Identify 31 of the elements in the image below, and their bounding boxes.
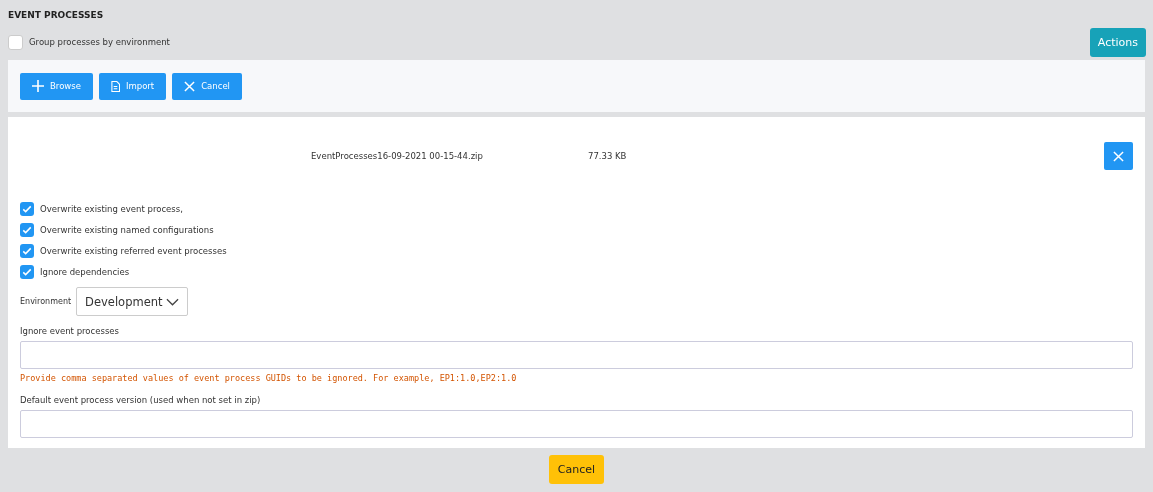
cancel-button[interactable]: Cancel	[549, 455, 604, 484]
hint-text: Provide comma separated values of event process GUIDs to be ignored. For example, EP1:1.0,EP2:1.0	[20, 373, 518, 383]
checkbox[interactable]	[8, 34, 23, 50]
checkbox-label: Overwrite existing event process,	[40, 203, 183, 214]
checkbox[interactable]	[20, 222, 34, 237]
input-field[interactable]	[20, 410, 1133, 438]
checkbox[interactable]	[20, 201, 34, 216]
environment-dropdown[interactable]: Development	[76, 287, 189, 316]
file-icon	[110, 80, 120, 92]
environment-label: Environment	[20, 297, 72, 306]
close-icon	[184, 80, 196, 92]
field-label: Default event process version (used when not set in zip)	[20, 395, 262, 405]
actions-button[interactable]: Actions	[1089, 27, 1146, 57]
toolbar-button[interactable]: Cancel	[172, 72, 242, 100]
checkbox[interactable]	[20, 264, 34, 279]
toolbar-button[interactable]: Import	[98, 72, 167, 100]
remove-file-button[interactable]	[1104, 142, 1133, 170]
file-size: 77.33 KB	[588, 151, 627, 161]
checkbox-label: Group processes by environment	[29, 37, 170, 47]
checkbox-label: Ignore dependencies	[40, 266, 130, 277]
plus-icon	[32, 80, 44, 92]
checkbox-label: Overwrite existing referred event processes	[40, 245, 227, 256]
input-field[interactable]	[20, 341, 1133, 369]
close-icon	[1113, 150, 1124, 162]
checkbox[interactable]	[20, 243, 34, 258]
toolbar-button[interactable]: Browse	[20, 72, 93, 100]
chevron-down-icon	[166, 297, 180, 306]
checkbox-label: Overwrite existing named configurations	[40, 224, 214, 235]
file-name: EventProcesses16-09-2021 00-15-44.zip	[311, 151, 483, 161]
page-title: EVENT PROCESSES	[8, 9, 105, 22]
field-label: Ignore event processes	[20, 326, 120, 336]
